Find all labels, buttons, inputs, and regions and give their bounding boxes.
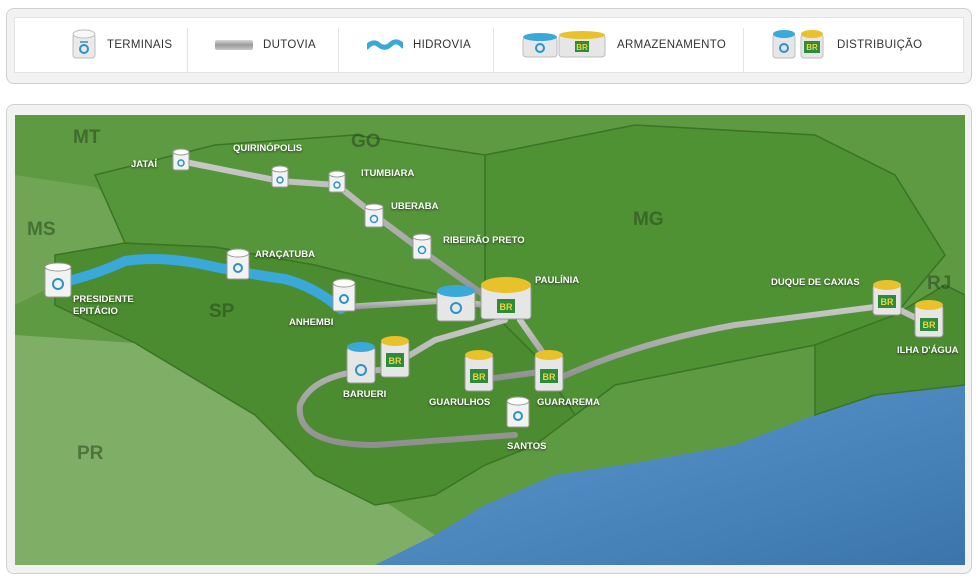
- br-badge-text: BR: [389, 356, 402, 366]
- legend-divider: [338, 28, 339, 72]
- distribution-duque-de-caxias-icon[interactable]: BR: [872, 280, 902, 316]
- location-label-paulinia: PAULÍNIA: [535, 275, 580, 286]
- state-label-rj: RJ: [927, 273, 952, 294]
- distribution-ilha-dagua-icon[interactable]: BR: [914, 300, 944, 338]
- state-label-mt: MT: [73, 127, 101, 148]
- state-label-mg: MG: [633, 209, 664, 230]
- map-panel: BR BR BR BR BR BR MT GO MS MG SP RJ PR J…: [6, 104, 972, 574]
- legend-divider: [493, 28, 494, 72]
- legend-armazenamento[interactable]: BR ARMAZENAMENTO: [521, 18, 726, 72]
- state-label-ms: MS: [27, 219, 56, 240]
- terminal-jatai-icon[interactable]: [172, 148, 190, 171]
- br-badge-text: BR: [473, 372, 486, 382]
- location-label-quirinopolis: QUIRINÓPOLIS: [233, 143, 303, 154]
- location-label-uberaba: UBERABA: [391, 201, 439, 212]
- br-badge-text: BR: [881, 297, 894, 307]
- legend-distribuicao[interactable]: BR DISTRIBUIÇÃO: [771, 18, 922, 72]
- legend-divider: [743, 28, 744, 72]
- legend-bar: TERMINAIS DUTOVIA HIDROVIA BR ARMAZENAME…: [14, 17, 964, 73]
- terminal-presidente-epitacio-icon[interactable]: [44, 262, 72, 298]
- legend-panel: TERMINAIS DUTOVIA HIDROVIA BR ARMAZENAME…: [6, 8, 972, 84]
- terminal-santos-icon[interactable]: [506, 396, 530, 428]
- state-label-sp: SP: [209, 301, 235, 322]
- location-label-santos: SANTOS: [507, 441, 547, 452]
- waterway-icon: [367, 39, 403, 50]
- terminal-tank-icon: [72, 29, 96, 59]
- location-label-guarulhos: GUARULHOS: [429, 397, 491, 408]
- terminal-anhembi-icon[interactable]: [332, 278, 356, 312]
- br-badge-text: BR: [543, 372, 556, 382]
- terminal-ribeirao-preto-icon[interactable]: [412, 233, 432, 260]
- location-label-itumbiara: ITUMBIARA: [361, 168, 415, 179]
- distribution-guarulhos-icon[interactable]: BR: [464, 350, 494, 392]
- location-label-barueri: BARUERI: [343, 389, 387, 400]
- pipeline-icon: [215, 40, 253, 50]
- distribution-tanks-icon: BR: [772, 30, 824, 59]
- distribution-guararema-icon[interactable]: BR: [534, 350, 564, 392]
- legend-distribuicao-label: DISTRIBUIÇÃO: [837, 39, 923, 51]
- br-badge-text: BR: [923, 320, 936, 330]
- location-label-duque-de-caxias: DUQUE DE CAXIAS: [771, 277, 860, 288]
- legend-divider: [187, 28, 188, 72]
- location-label-jatai: JATAÍ: [131, 159, 158, 170]
- location-label-ilha-dagua: ILHA D'ÁGUA: [897, 345, 959, 356]
- legend-terminais-label: TERMINAIS: [107, 39, 173, 51]
- state-label-pr: PR: [77, 443, 104, 464]
- terminal-aracatuba-icon[interactable]: [226, 248, 250, 280]
- legend-armazenamento-label: ARMAZENAMENTO: [617, 39, 727, 51]
- location-label-epitacio: EPITÁCIO: [73, 306, 118, 317]
- terminal-quirinopolis-icon[interactable]: [271, 165, 289, 188]
- logistics-map: BR BR BR BR BR BR MT GO MS MG SP RJ PR J…: [15, 115, 965, 565]
- legend-hidrovia[interactable]: HIDROVIA: [367, 18, 471, 72]
- br-badge-text: BR: [806, 43, 818, 52]
- br-badge-text: BR: [500, 302, 513, 312]
- legend-dutovia-label: DUTOVIA: [263, 39, 317, 51]
- location-label-presidente: PRESIDENTE: [73, 294, 134, 305]
- storage-tanks-icon: BR: [522, 31, 606, 58]
- map-terrain: BR BR BR BR BR BR: [15, 115, 965, 565]
- location-label-anhembi: ANHEMBI: [289, 317, 334, 328]
- state-label-go: GO: [351, 131, 381, 152]
- location-label-guararema: GUARAREMA: [537, 397, 600, 408]
- legend-terminais[interactable]: TERMINAIS: [71, 18, 172, 72]
- legend-hidrovia-label: HIDROVIA: [413, 39, 471, 51]
- location-label-ribeirao-preto: RIBEIRÃO PRETO: [443, 235, 525, 246]
- terminal-uberaba-icon[interactable]: [364, 203, 384, 228]
- terminal-itumbiara-icon[interactable]: [328, 170, 346, 193]
- location-label-aracatuba: ARAÇATUBA: [255, 249, 315, 260]
- legend-dutovia[interactable]: DUTOVIA: [215, 18, 316, 72]
- br-badge-text: BR: [576, 43, 588, 52]
